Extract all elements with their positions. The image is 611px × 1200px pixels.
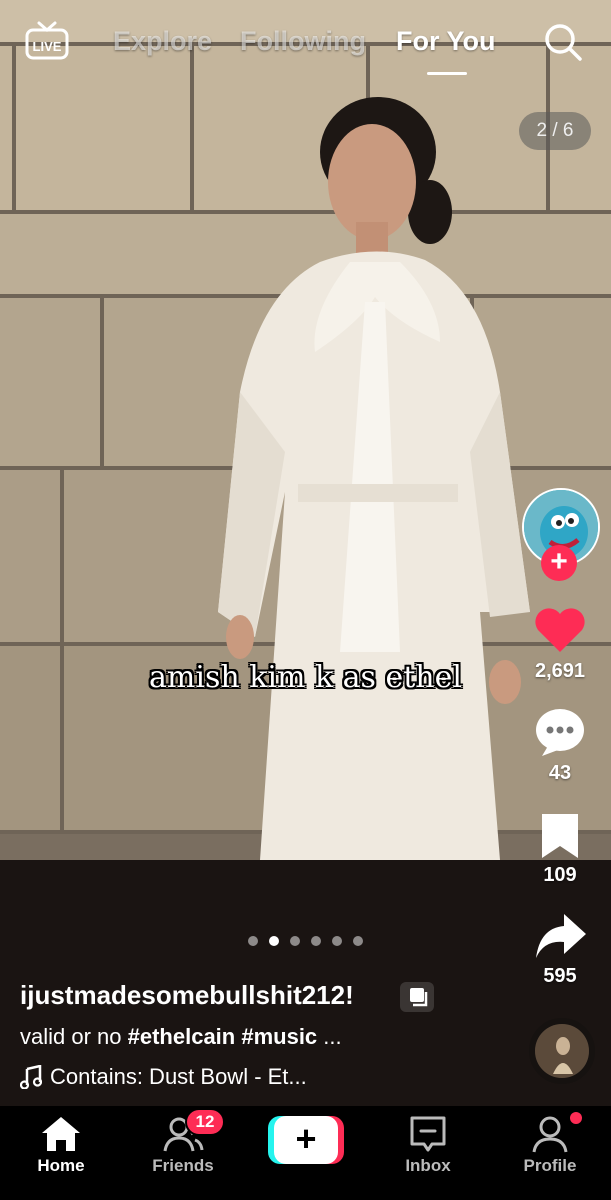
carousel-dot: [269, 936, 279, 946]
carousel-dot: [290, 936, 300, 946]
share-count: 595: [543, 965, 577, 987]
music-cover-image: [535, 1024, 589, 1078]
carousel-dot: [248, 936, 258, 946]
tab-for-you[interactable]: For You: [396, 26, 496, 57]
nav-friends-label: Friends: [152, 1156, 214, 1175]
music-title: Contains: Dust Bowl - Et...: [50, 1064, 307, 1089]
post-description[interactable]: valid or no #ethelcain #music ...: [20, 1024, 342, 1050]
music-info[interactable]: Contains: Dust Bowl - Et...: [20, 1064, 307, 1090]
tab-explore[interactable]: Explore: [113, 26, 212, 57]
home-icon: [42, 1117, 80, 1151]
woman-figure: [218, 97, 530, 860]
share-arrow-icon[interactable]: [532, 910, 588, 962]
carousel-dots: [248, 936, 363, 948]
nav-profile[interactable]: Profile: [495, 1114, 605, 1176]
save-count: 109: [543, 864, 577, 886]
photo-mode-icon: [400, 982, 434, 1012]
nav-inbox-label: Inbox: [405, 1156, 451, 1175]
follow-plus-button[interactable]: +: [541, 545, 577, 581]
wall-joint: [100, 298, 104, 466]
plus-icon: +: [274, 1116, 338, 1164]
wall-joint: [60, 470, 64, 642]
carousel-dot: [353, 936, 363, 946]
search-icon[interactable]: [543, 22, 583, 62]
nav-home-label: Home: [37, 1156, 85, 1175]
like-count: 2,691: [534, 660, 586, 682]
inbox-icon: [410, 1116, 446, 1152]
music-note-icon: [20, 1065, 42, 1089]
nav-profile-label: Profile: [523, 1156, 577, 1175]
friends-badge: 12: [185, 1108, 225, 1136]
nav-home[interactable]: Home: [6, 1114, 116, 1176]
music-disc[interactable]: [529, 1018, 595, 1084]
live-icon[interactable]: LIVE: [24, 20, 70, 60]
top-nav: LIVE Explore Following For You: [0, 0, 611, 90]
nav-inbox[interactable]: Inbox: [373, 1114, 483, 1176]
comment-icon[interactable]: [532, 706, 588, 758]
description-text: valid or no: [20, 1024, 128, 1049]
bookmark-icon[interactable]: [532, 810, 588, 862]
description-hashtags[interactable]: #ethelcain #music: [128, 1024, 318, 1049]
description-more[interactable]: ...: [317, 1024, 341, 1049]
carousel-dot: [311, 936, 321, 946]
tab-following[interactable]: Following: [240, 26, 366, 57]
comment-count: 43: [548, 762, 572, 784]
carousel-dot: [332, 936, 342, 946]
profile-notification-dot: [570, 1112, 582, 1124]
create-button[interactable]: +: [268, 1116, 344, 1164]
photo-page-counter: 2 / 6: [519, 112, 591, 150]
profile-icon: [532, 1116, 568, 1153]
like-heart-icon[interactable]: [532, 604, 588, 656]
active-tab-indicator: [427, 72, 467, 75]
live-label: LIVE: [33, 39, 62, 54]
creator-username[interactable]: ijustmadesomebullshit212!: [20, 980, 354, 1011]
